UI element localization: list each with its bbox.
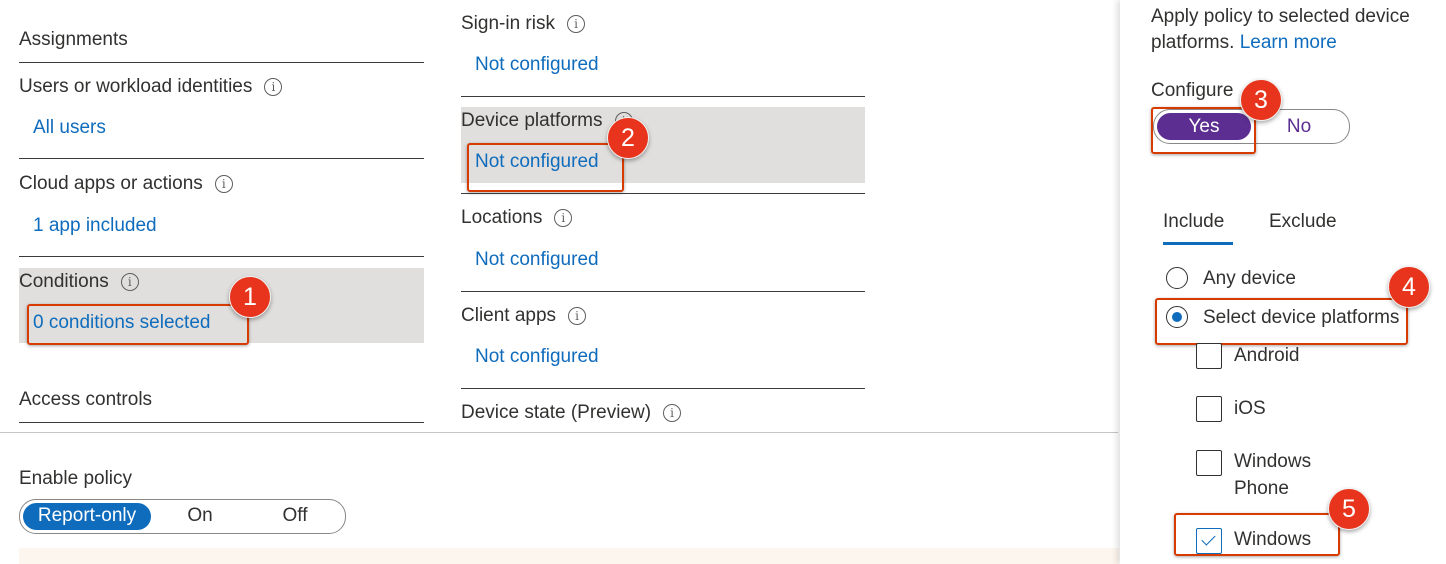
divider	[19, 62, 424, 63]
divider	[461, 193, 865, 194]
enable-option-off[interactable]: Off	[255, 505, 335, 527]
divider	[461, 96, 865, 97]
enable-option-on[interactable]: On	[160, 505, 240, 527]
section-separator	[0, 432, 1118, 433]
platform-label-ios: iOS	[1234, 398, 1266, 419]
platform-label-android: Android	[1234, 345, 1300, 366]
users-label: Users or workload identities i	[19, 76, 283, 98]
info-icon[interactable]: i	[214, 175, 233, 193]
radio-any-device[interactable]	[1166, 267, 1188, 289]
divider	[19, 158, 424, 159]
locations-label: Locations i	[461, 207, 573, 229]
sign-in-risk-value-link[interactable]: Not configured	[475, 54, 599, 76]
callout-badge-3: 3	[1240, 79, 1282, 121]
callout-box-3	[1151, 107, 1256, 154]
warning-banner	[19, 548, 1119, 564]
configure-label: Configure	[1151, 80, 1234, 101]
info-icon[interactable]: i	[568, 307, 587, 325]
checkbox-windows-phone[interactable]	[1196, 450, 1222, 476]
cloud-apps-value-link[interactable]: 1 app included	[33, 215, 157, 237]
device-state-label: Device state (Preview) i	[461, 402, 682, 424]
client-apps-label: Client apps i	[461, 305, 587, 327]
radio-any-device-label: Any device	[1203, 268, 1296, 289]
device-platforms-label: Device platformsi	[461, 110, 633, 132]
users-value-link[interactable]: All users	[33, 117, 106, 139]
info-icon[interactable]: i	[663, 404, 682, 422]
tab-exclude[interactable]: Exclude	[1269, 211, 1337, 233]
client-apps-value-link[interactable]: Not configured	[475, 346, 599, 368]
info-icon[interactable]: i	[120, 273, 139, 291]
enable-policy-toggle[interactable]: Report-only On Off	[19, 499, 346, 534]
info-icon[interactable]: i	[264, 78, 283, 96]
platform-label-windows-phone-line2: Phone	[1234, 478, 1289, 499]
divider	[19, 422, 424, 423]
conditions-label: Conditions i	[19, 271, 139, 293]
callout-box-1	[27, 304, 249, 345]
callout-box-5	[1174, 513, 1340, 556]
callout-badge-5: 5	[1328, 488, 1370, 530]
access-controls-title: Access controls	[19, 389, 153, 410]
callout-badge-4: 4	[1388, 266, 1430, 308]
panel-description-line2: platforms. Learn more	[1151, 32, 1337, 53]
locations-value-link[interactable]: Not configured	[475, 249, 599, 271]
callout-badge-1: 1	[229, 276, 271, 318]
panel-description-line1: Apply policy to selected device	[1151, 6, 1410, 27]
info-icon[interactable]: i	[566, 15, 585, 33]
active-tab-underline	[1163, 242, 1233, 245]
enable-policy-label: Enable policy	[19, 468, 133, 489]
sign-in-risk-label: Sign-in risk i	[461, 13, 585, 35]
callout-box-4	[1155, 298, 1408, 345]
checkbox-android[interactable]	[1196, 343, 1222, 369]
cloud-apps-label: Cloud apps or actions i	[19, 173, 233, 195]
learn-more-link[interactable]: Learn more	[1240, 32, 1337, 53]
callout-badge-2: 2	[607, 117, 649, 159]
platform-label-windows-phone-line1: Windows	[1234, 451, 1312, 472]
checkbox-ios[interactable]	[1196, 396, 1222, 422]
callout-box-2	[467, 143, 624, 192]
divider	[19, 256, 424, 257]
divider	[461, 388, 865, 389]
info-icon[interactable]: i	[554, 209, 573, 227]
tab-include[interactable]: Include	[1163, 211, 1224, 233]
divider	[461, 291, 865, 292]
enable-option-report-only[interactable]: Report-only	[23, 505, 151, 527]
assignments-title: Assignments	[19, 29, 128, 50]
